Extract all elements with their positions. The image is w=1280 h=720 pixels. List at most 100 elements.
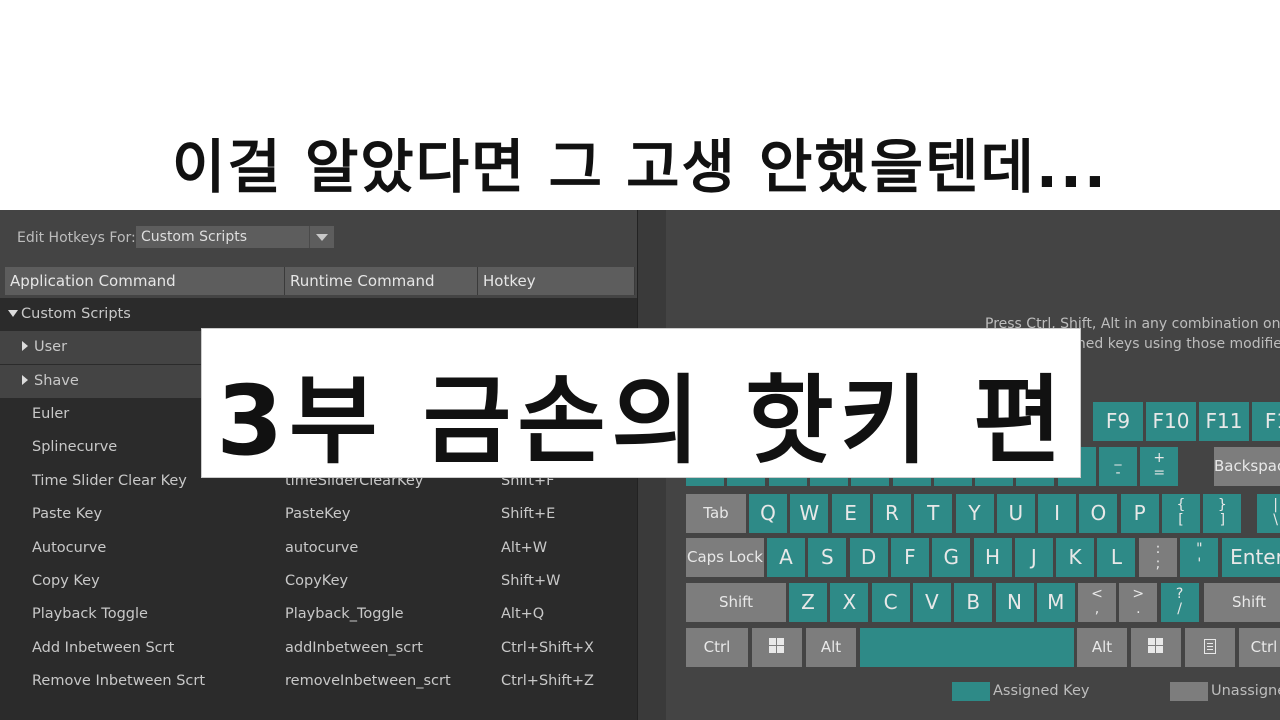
key-tab[interactable]: Tab bbox=[686, 494, 746, 533]
windows-icon bbox=[769, 638, 785, 654]
key-label: A bbox=[779, 545, 793, 569]
key-r[interactable]: R bbox=[872, 494, 911, 533]
group-row-custom-scripts[interactable]: Custom Scripts bbox=[0, 298, 637, 331]
key-label: K bbox=[1068, 545, 1082, 569]
table-row[interactable]: Add Inbetween Scrt addInbetween_scrt Ctrl+… bbox=[0, 632, 637, 665]
key-x[interactable]: X bbox=[830, 583, 869, 622]
key-f[interactable]: F bbox=[890, 538, 929, 577]
cell-application-command: Remove Inbetween Scrt bbox=[32, 673, 206, 690]
column-header-application-command[interactable]: Application Command bbox=[5, 267, 285, 295]
title-banner: 3부 금손의 핫키 편 bbox=[201, 328, 1081, 478]
key-label: F9 bbox=[1105, 409, 1131, 433]
key-h[interactable]: H bbox=[973, 538, 1012, 577]
key-shift-left[interactable]: Shift bbox=[686, 583, 786, 622]
key-semi-0[interactable]: :; bbox=[1139, 538, 1177, 577]
key-z[interactable]: Z bbox=[789, 583, 827, 622]
key-label: M bbox=[1047, 590, 1065, 614]
key-label: G bbox=[943, 545, 959, 569]
key-shift-char: " bbox=[1196, 541, 1203, 557]
key-o[interactable]: O bbox=[1079, 494, 1118, 533]
key-l[interactable]: L bbox=[1097, 538, 1136, 577]
key-num-11[interactable]: + = bbox=[1140, 447, 1179, 486]
key-menu[interactable] bbox=[1185, 628, 1235, 667]
key-label: Shift bbox=[718, 593, 754, 611]
banner-title: 3부 금손의 핫키 편 bbox=[216, 365, 1068, 477]
key-char: ; bbox=[1155, 556, 1161, 572]
key-label: R bbox=[884, 501, 899, 525]
key-char: ] bbox=[1219, 512, 1226, 528]
key-windows-left[interactable] bbox=[752, 628, 802, 667]
key-windows-right[interactable] bbox=[1131, 628, 1181, 667]
column-header-runtime-command[interactable]: Runtime Command bbox=[285, 267, 478, 295]
key-d[interactable]: D bbox=[849, 538, 888, 577]
key-u[interactable]: U bbox=[996, 494, 1035, 533]
key-ctrl-left[interactable]: Ctrl bbox=[686, 628, 748, 667]
key-bracket-0[interactable]: {[ bbox=[1162, 494, 1200, 533]
key-label: Backspace bbox=[1214, 457, 1280, 475]
table-row[interactable]: Autocurve autocurve Alt+W bbox=[0, 532, 637, 565]
key-f9[interactable]: F9 bbox=[1093, 402, 1143, 441]
column-header-hotkey[interactable]: Hotkey bbox=[478, 267, 635, 295]
key-j[interactable]: J bbox=[1014, 538, 1053, 577]
key-label: F11 bbox=[1205, 409, 1243, 433]
key-v[interactable]: V bbox=[912, 583, 951, 622]
expand-down-icon[interactable] bbox=[8, 310, 18, 317]
key-alt-left[interactable]: Alt bbox=[806, 628, 856, 667]
chevron-down-icon[interactable] bbox=[309, 226, 334, 248]
expand-right-icon[interactable] bbox=[22, 341, 28, 351]
key-space[interactable] bbox=[860, 628, 1074, 667]
key-enter[interactable]: Enter bbox=[1222, 538, 1280, 577]
key-char: - bbox=[1115, 465, 1121, 481]
key-label: D bbox=[860, 545, 877, 569]
key-num-10[interactable]: _ - bbox=[1099, 447, 1137, 486]
expand-right-icon[interactable] bbox=[22, 375, 28, 385]
edit-hotkeys-for-dropdown[interactable]: Custom Scripts bbox=[136, 226, 334, 248]
key-punct-1[interactable]: >. bbox=[1119, 583, 1158, 622]
table-row[interactable]: Paste Key PasteKey Shift+E bbox=[0, 498, 637, 531]
key-label: F1 bbox=[1264, 409, 1280, 433]
key-alt-right[interactable]: Alt bbox=[1077, 628, 1127, 667]
table-row[interactable]: Copy Key CopyKey Shift+W bbox=[0, 565, 637, 598]
key-shift-char: : bbox=[1155, 541, 1161, 557]
key-f1[interactable]: F1 bbox=[1252, 402, 1280, 441]
key-t[interactable]: T bbox=[914, 494, 953, 533]
key-ctrl-right[interactable]: Ctrl bbox=[1239, 628, 1280, 667]
key-b[interactable]: B bbox=[954, 583, 993, 622]
key-i[interactable]: I bbox=[1038, 494, 1077, 533]
key-c[interactable]: C bbox=[871, 583, 910, 622]
key-bracket-1[interactable]: }] bbox=[1203, 494, 1242, 533]
key-char: / bbox=[1177, 601, 1182, 617]
key-p[interactable]: P bbox=[1120, 494, 1159, 533]
key-f11[interactable]: F11 bbox=[1199, 402, 1249, 441]
key-semi-1[interactable]: " ' bbox=[1180, 538, 1219, 577]
key-bracket-2[interactable]: | \ bbox=[1256, 494, 1280, 533]
table-row[interactable]: Remove Inbetween Scrt removeInbetween_scr… bbox=[0, 665, 637, 698]
key-f10[interactable]: F10 bbox=[1146, 402, 1196, 441]
cell-runtime-command: PasteKey bbox=[285, 506, 351, 523]
key-label: Q bbox=[760, 501, 776, 525]
key-shift-right[interactable]: Shift bbox=[1204, 583, 1280, 622]
key-m[interactable]: M bbox=[1036, 583, 1075, 622]
cell-runtime-command: removeInbetween_scrt bbox=[285, 673, 451, 690]
key-punct-0[interactable]: <, bbox=[1078, 583, 1116, 622]
key-label: T bbox=[927, 501, 940, 525]
key-k[interactable]: K bbox=[1056, 538, 1095, 577]
key-s[interactable]: S bbox=[808, 538, 847, 577]
key-a[interactable]: A bbox=[767, 538, 805, 577]
key-backspace[interactable]: Backspace bbox=[1214, 447, 1280, 486]
key-q[interactable]: Q bbox=[749, 494, 787, 533]
key-y[interactable]: Y bbox=[955, 494, 994, 533]
cell-runtime-command: CopyKey bbox=[285, 573, 349, 589]
key-caps-lock[interactable]: Caps Lock bbox=[686, 538, 764, 577]
key-n[interactable]: N bbox=[995, 583, 1034, 622]
edit-hotkeys-for-label: Edit Hotkeys For: bbox=[17, 230, 136, 246]
key-g[interactable]: G bbox=[932, 538, 971, 577]
table-row[interactable]: Playback Toggle Playback_Toggle Alt+Q bbox=[0, 598, 637, 631]
unassigned-key-legend: Unassigned bbox=[1211, 683, 1280, 699]
group-label: User bbox=[34, 339, 68, 355]
key-w[interactable]: W bbox=[790, 494, 829, 533]
key-punct-2[interactable]: ? / bbox=[1160, 583, 1199, 622]
key-label: I bbox=[1054, 501, 1061, 525]
key-e[interactable]: E bbox=[831, 494, 870, 533]
key-char: , bbox=[1094, 601, 1100, 617]
